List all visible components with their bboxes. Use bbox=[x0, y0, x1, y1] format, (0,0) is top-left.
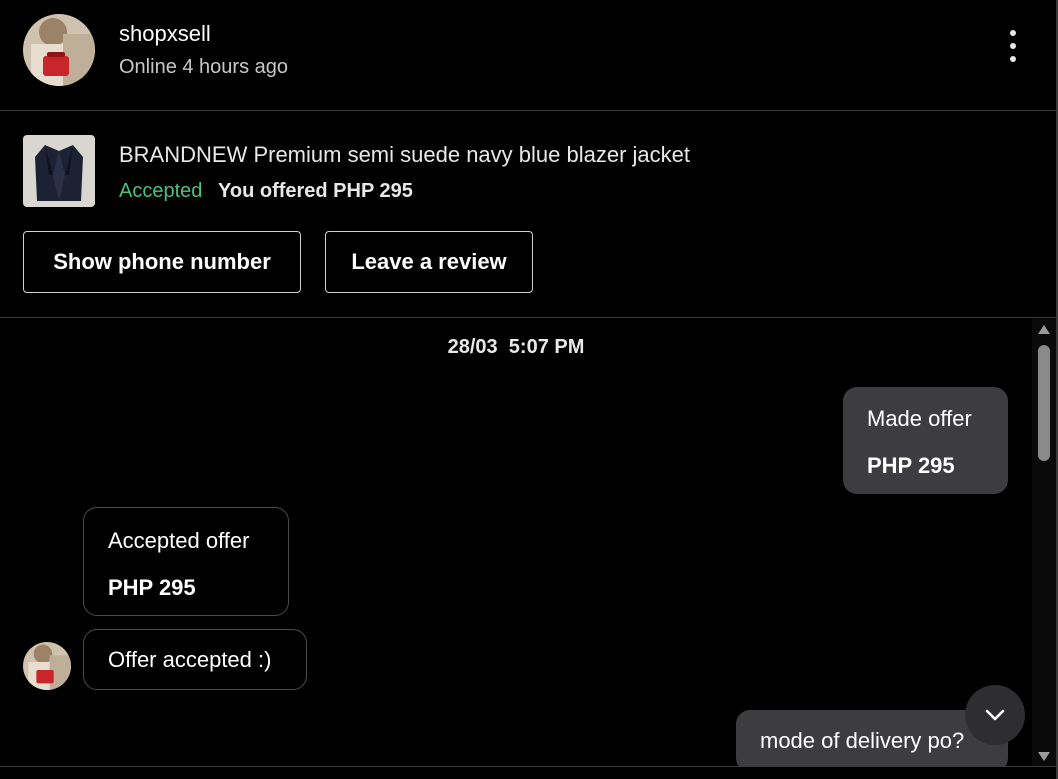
scroll-to-bottom-button[interactable] bbox=[965, 685, 1025, 745]
chat-messages[interactable]: 28/03 5:07 PM Made offer PHP 295 Accepte… bbox=[0, 319, 1032, 767]
message-text: Accepted offer bbox=[108, 528, 250, 553]
more-options-icon[interactable] bbox=[998, 26, 1028, 66]
scroll-down-arrow-icon[interactable] bbox=[1038, 752, 1050, 761]
message-timestamp: 28/03 5:07 PM bbox=[0, 336, 1032, 359]
divider bbox=[0, 766, 1056, 767]
offer-price: PHP 295 bbox=[867, 453, 955, 478]
message-text: Offer accepted :) bbox=[108, 646, 272, 672]
seller-avatar[interactable] bbox=[23, 14, 95, 86]
message-text: Made offer bbox=[867, 406, 972, 431]
offer-price: PHP 295 bbox=[108, 575, 196, 600]
message-date: 28/03 bbox=[447, 336, 498, 358]
seller-avatar-small bbox=[23, 642, 71, 690]
scroll-up-arrow-icon[interactable] bbox=[1038, 325, 1050, 334]
listing-title[interactable]: BRANDNEW Premium semi suede navy blue bl… bbox=[119, 142, 690, 168]
message-text: mode of delivery po? bbox=[760, 728, 965, 753]
chat-header: shopxsell Online 4 hours ago bbox=[0, 0, 1056, 111]
seller-online-status: Online 4 hours ago bbox=[119, 56, 289, 78]
offer-amount-text: You offered PHP 295 bbox=[218, 180, 413, 202]
leave-review-button[interactable]: Leave a review bbox=[325, 231, 533, 293]
show-phone-number-button[interactable]: Show phone number bbox=[23, 231, 301, 293]
message-bubble-accepted-offer: Accepted offer PHP 295 bbox=[83, 507, 289, 616]
listing-summary: BRANDNEW Premium semi suede navy blue bl… bbox=[0, 111, 1056, 318]
chat-scrollbar[interactable] bbox=[1032, 319, 1056, 767]
chevron-down-icon bbox=[985, 709, 1005, 721]
offer-status-badge: Accepted bbox=[119, 180, 203, 202]
scrollbar-thumb[interactable] bbox=[1038, 345, 1050, 461]
seller-name[interactable]: shopxsell bbox=[119, 21, 211, 47]
message-time: 5:07 PM bbox=[508, 336, 585, 358]
message-bubble-made-offer: Made offer PHP 295 bbox=[843, 387, 1008, 494]
message-bubble-incoming: Offer accepted :) bbox=[83, 629, 307, 690]
listing-thumbnail[interactable] bbox=[23, 135, 95, 207]
